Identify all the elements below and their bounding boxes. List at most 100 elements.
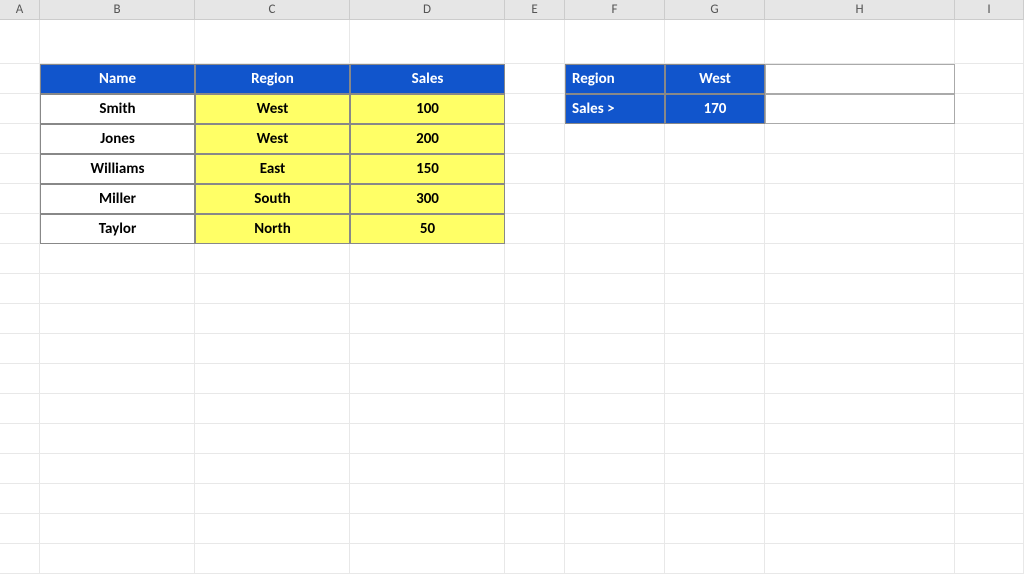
cell[interactable] [565, 484, 665, 514]
cell-h5[interactable] [765, 154, 955, 184]
cell[interactable] [565, 304, 665, 334]
cell-g1[interactable] [665, 20, 765, 64]
cell[interactable] [195, 244, 350, 274]
cell-e7[interactable] [505, 214, 565, 244]
cell[interactable] [665, 334, 765, 364]
cell[interactable] [40, 394, 195, 424]
cell-f5[interactable] [565, 154, 665, 184]
cell[interactable] [0, 304, 40, 334]
cell[interactable] [505, 454, 565, 484]
cell[interactable] [955, 274, 1024, 304]
cell[interactable] [665, 514, 765, 544]
criteria-region-value[interactable]: West [665, 64, 765, 94]
cell[interactable] [350, 484, 505, 514]
cell-f4[interactable] [565, 124, 665, 154]
cell[interactable] [195, 334, 350, 364]
criteria-sales-label[interactable]: Sales > [565, 94, 665, 124]
cell[interactable] [665, 424, 765, 454]
table-row[interactable]: 50 [350, 214, 505, 244]
cell[interactable] [0, 364, 40, 394]
cell-h4[interactable] [765, 124, 955, 154]
cell[interactable] [0, 274, 40, 304]
table-row[interactable]: 150 [350, 154, 505, 184]
cell[interactable] [765, 424, 955, 454]
cell[interactable] [565, 334, 665, 364]
cell[interactable] [765, 364, 955, 394]
table-row[interactable]: South [195, 184, 350, 214]
cell-g4[interactable] [665, 124, 765, 154]
cell[interactable] [565, 454, 665, 484]
cell[interactable] [195, 544, 350, 574]
cell-i3[interactable] [955, 94, 1024, 124]
cell[interactable] [40, 514, 195, 544]
cell[interactable] [40, 484, 195, 514]
criteria-sales-value[interactable]: 170 [665, 94, 765, 124]
table-header-region[interactable]: Region [195, 64, 350, 94]
cell[interactable] [350, 334, 505, 364]
cell[interactable] [505, 514, 565, 544]
cell[interactable] [40, 364, 195, 394]
cell[interactable] [565, 274, 665, 304]
cell[interactable] [765, 394, 955, 424]
cell[interactable] [350, 364, 505, 394]
cell-e4[interactable] [505, 124, 565, 154]
cell-c1[interactable] [195, 20, 350, 64]
cell-a2[interactable] [0, 64, 40, 94]
cell[interactable] [955, 514, 1024, 544]
cell-i6[interactable] [955, 184, 1024, 214]
cell[interactable] [765, 514, 955, 544]
cell[interactable] [765, 454, 955, 484]
col-header-g[interactable]: G [665, 0, 765, 19]
cell[interactable] [0, 484, 40, 514]
cell-a5[interactable] [0, 154, 40, 184]
cell-f6[interactable] [565, 184, 665, 214]
cell-a1[interactable] [0, 20, 40, 64]
table-row[interactable]: West [195, 124, 350, 154]
cell-e5[interactable] [505, 154, 565, 184]
cell[interactable] [505, 304, 565, 334]
cell[interactable] [505, 394, 565, 424]
cell-h1[interactable] [765, 20, 955, 64]
cell-e2[interactable] [505, 64, 565, 94]
cell[interactable] [565, 244, 665, 274]
cell-g7[interactable] [665, 214, 765, 244]
cell[interactable] [40, 544, 195, 574]
cell-b1[interactable] [40, 20, 195, 64]
table-row[interactable]: North [195, 214, 350, 244]
cell[interactable] [350, 244, 505, 274]
cell[interactable] [505, 544, 565, 574]
cell-h2[interactable] [765, 64, 955, 94]
cell[interactable] [350, 394, 505, 424]
cell[interactable] [195, 364, 350, 394]
cell[interactable] [350, 454, 505, 484]
table-row[interactable]: Williams [40, 154, 195, 184]
cell[interactable] [955, 454, 1024, 484]
cell-e1[interactable] [505, 20, 565, 64]
cell[interactable] [350, 514, 505, 544]
table-row[interactable]: Jones [40, 124, 195, 154]
cell[interactable] [665, 304, 765, 334]
cell-h3[interactable] [765, 94, 955, 124]
cell[interactable] [505, 484, 565, 514]
cell-g5[interactable] [665, 154, 765, 184]
cell-a6[interactable] [0, 184, 40, 214]
cell[interactable] [955, 304, 1024, 334]
table-row[interactable]: 300 [350, 184, 505, 214]
cell[interactable] [0, 514, 40, 544]
cell-a7[interactable] [0, 214, 40, 244]
cell[interactable] [350, 424, 505, 454]
col-header-i[interactable]: I [955, 0, 1024, 19]
cell-e3[interactable] [505, 94, 565, 124]
cell[interactable] [40, 424, 195, 454]
cell[interactable] [955, 244, 1024, 274]
cell-g6[interactable] [665, 184, 765, 214]
cell[interactable] [505, 364, 565, 394]
cell-h7[interactable] [765, 214, 955, 244]
cell-f7[interactable] [565, 214, 665, 244]
cell[interactable] [350, 274, 505, 304]
table-row[interactable]: Smith [40, 94, 195, 124]
cell-i5[interactable] [955, 154, 1024, 184]
table-row[interactable]: East [195, 154, 350, 184]
cell[interactable] [665, 484, 765, 514]
cell[interactable] [195, 394, 350, 424]
